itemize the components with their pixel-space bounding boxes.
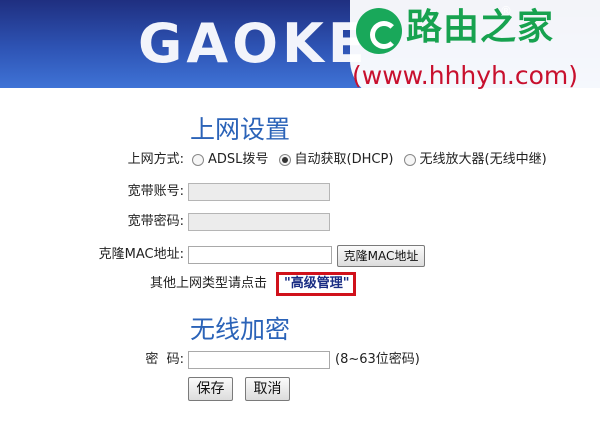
cancel-button[interactable]: 取消: [245, 377, 290, 401]
mode-label-adsl: ADSL拨号: [208, 152, 269, 167]
watermark-logo-icon: [356, 8, 402, 54]
mode-option-dhcp[interactable]: 自动获取(DHCP): [278, 151, 394, 169]
wifi-password-label: 密 码:: [145, 352, 184, 367]
clone-mac-label: 克隆MAC地址:: [98, 247, 184, 262]
advanced-management-link[interactable]: "高级管理": [284, 275, 350, 293]
wifi-password-hint: (8~63位密码): [335, 352, 420, 367]
watermark-title: 路由之家: [406, 7, 555, 48]
mode-option-adsl[interactable]: ADSL拨号: [192, 151, 268, 169]
connection-mode-radio-group: ADSL拨号 自动获取(DHCP) 无线放大器(无线中继): [192, 151, 553, 172]
radio-adsl[interactable]: [192, 154, 204, 166]
radio-dhcp[interactable]: [278, 154, 291, 166]
radio-repeater[interactable]: [403, 154, 416, 166]
wifi-password-input[interactable]: [188, 351, 330, 369]
mode-label-dhcp: 自动获取(DHCP): [294, 152, 394, 167]
internet-settings-title: 上网设置: [190, 115, 291, 144]
mode-option-repeater[interactable]: 无线放大器(无线中继): [403, 151, 547, 169]
watermark-url: (www.hhhyh.com): [352, 61, 579, 90]
connection-mode-label: 上网方式:: [127, 152, 184, 167]
mode-label-repeater: 无线放大器(无线中继): [419, 152, 547, 167]
save-button[interactable]: 保存: [188, 377, 233, 401]
broadband-account-input[interactable]: [188, 183, 330, 201]
broadband-account-label: 宽带账号:: [127, 184, 184, 199]
clone-mac-button[interactable]: 克隆MAC地址: [337, 245, 425, 267]
clone-mac-input[interactable]: [188, 246, 332, 264]
broadband-password-label: 宽带密码:: [127, 214, 184, 229]
registered-mark: ®: [500, 4, 512, 18]
other-connection-hint: 其他上网类型请点击: [150, 276, 268, 291]
brand-logo-text: GAOKE: [138, 12, 369, 75]
broadband-password-input[interactable]: [188, 213, 330, 231]
wireless-security-title: 无线加密: [190, 315, 291, 344]
